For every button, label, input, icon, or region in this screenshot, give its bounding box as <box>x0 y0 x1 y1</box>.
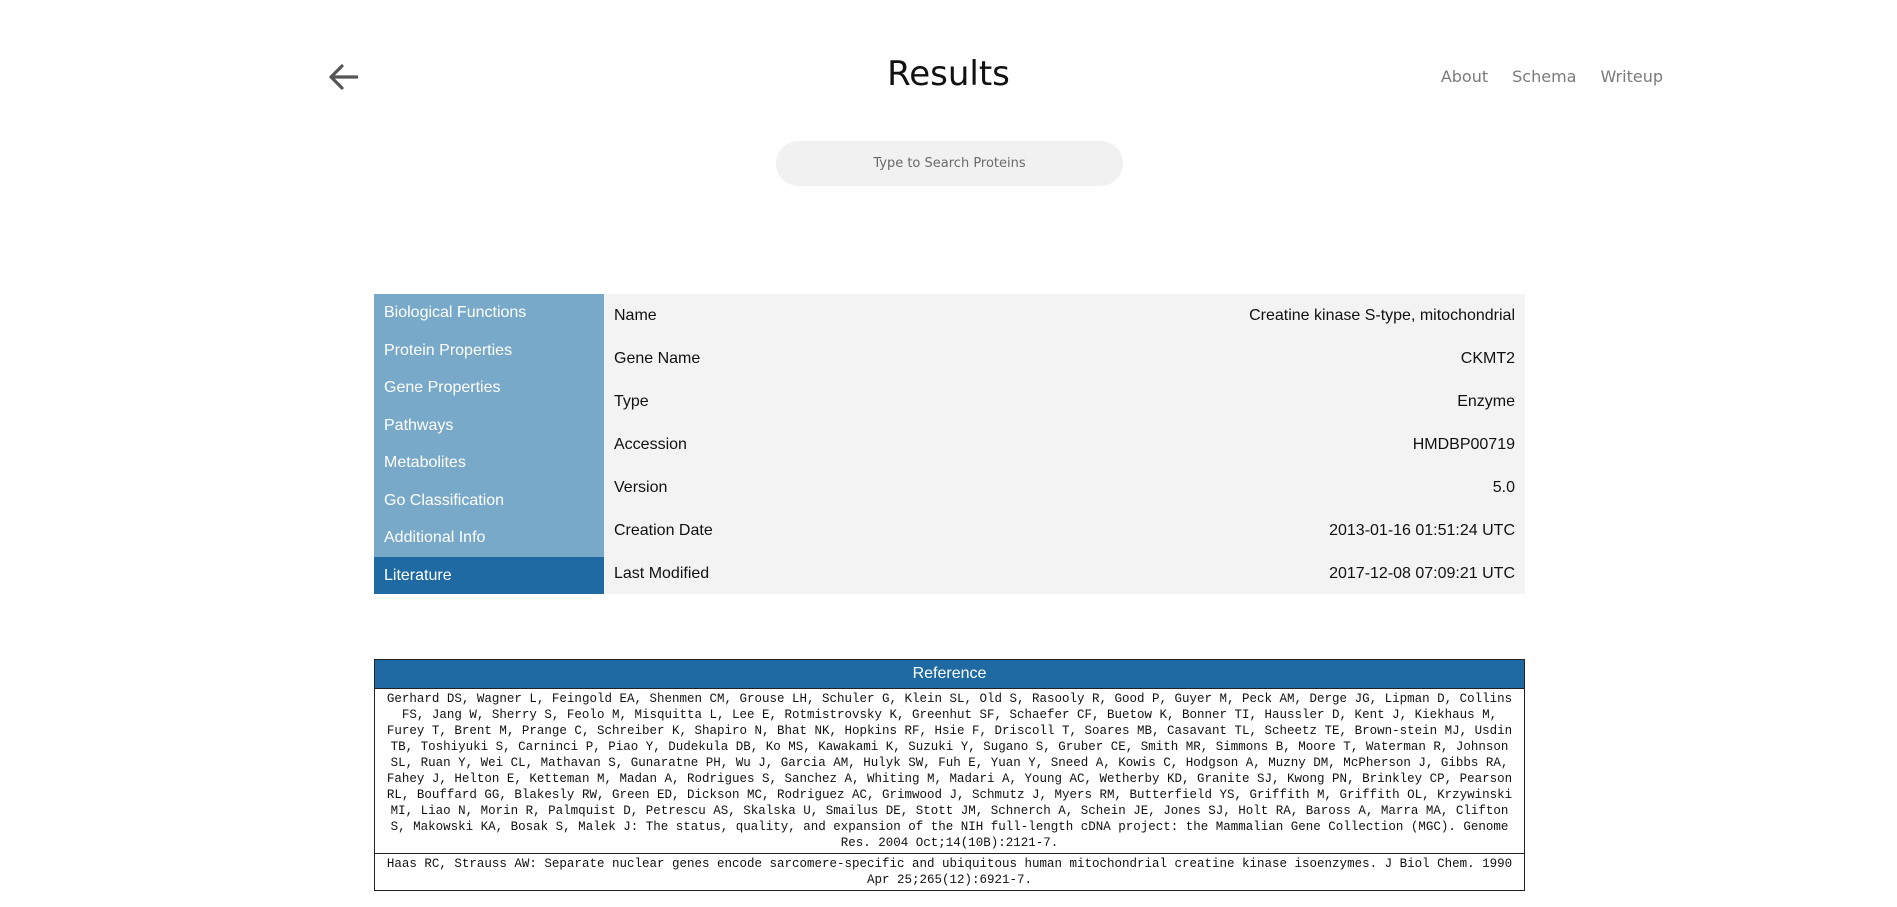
reference-citation: Haas RC, Strauss AW: Separate nuclear ge… <box>374 853 1525 891</box>
property-value: Enzyme <box>1457 392 1515 410</box>
property-value: HMDBP00719 <box>1412 435 1515 453</box>
table-row: Gerhard DS, Wagner L, Feingold EA, Shenm… <box>374 688 1525 854</box>
property-row-type: Type Enzyme <box>614 380 1515 423</box>
properties-list: Name Creatine kinase S-type, mitochondri… <box>604 294 1525 594</box>
property-value: 2017-12-08 07:09:21 UTC <box>1329 564 1515 582</box>
property-row-last-modified: Last Modified 2017-12-08 07:09:21 UTC <box>614 552 1515 595</box>
sidebar-item-biological-functions[interactable]: Biological Functions <box>374 294 604 332</box>
property-label: Name <box>614 306 657 324</box>
property-value: CKMT2 <box>1460 349 1515 367</box>
reference-citation: Gerhard DS, Wagner L, Feingold EA, Shenm… <box>374 688 1525 854</box>
back-arrow-icon[interactable] <box>326 60 360 94</box>
protein-info-panel: Biological Functions Protein Properties … <box>374 294 1525 594</box>
sidebar-item-gene-properties[interactable]: Gene Properties <box>374 369 604 407</box>
nav-link-writeup[interactable]: Writeup <box>1600 67 1663 86</box>
property-value: 2013-01-16 01:51:24 UTC <box>1329 521 1515 539</box>
property-row-accession: Accession HMDBP00719 <box>614 423 1515 466</box>
sidebar-item-literature[interactable]: Literature <box>374 556 604 594</box>
property-label: Type <box>614 392 649 410</box>
section-sidebar: Biological Functions Protein Properties … <box>374 294 604 594</box>
property-row-name: Name Creatine kinase S-type, mitochondri… <box>614 294 1515 337</box>
property-label: Gene Name <box>614 349 701 367</box>
property-label: Version <box>614 478 668 496</box>
property-value: Creatine kinase S-type, mitochondrial <box>1249 306 1515 324</box>
property-label: Creation Date <box>614 521 713 539</box>
nav-link-schema[interactable]: Schema <box>1512 67 1576 86</box>
property-row-version: Version 5.0 <box>614 466 1515 509</box>
property-label: Last Modified <box>614 564 710 582</box>
sidebar-item-additional-info[interactable]: Additional Info <box>374 519 604 557</box>
reference-table: Reference Gerhard DS, Wagner L, Feingold… <box>374 659 1525 891</box>
sidebar-item-go-classification[interactable]: Go Classification <box>374 482 604 520</box>
property-label: Accession <box>614 435 687 453</box>
top-nav: About Schema Writeup <box>1441 67 1663 86</box>
property-row-gene-name: Gene Name CKMT2 <box>614 337 1515 380</box>
sidebar-item-protein-properties[interactable]: Protein Properties <box>374 332 604 370</box>
sidebar-item-pathways[interactable]: Pathways <box>374 407 604 445</box>
nav-link-about[interactable]: About <box>1441 67 1488 86</box>
search-input[interactable] <box>776 141 1123 186</box>
reference-header: Reference <box>374 659 1525 689</box>
table-row: Haas RC, Strauss AW: Separate nuclear ge… <box>374 853 1525 891</box>
sidebar-item-metabolites[interactable]: Metabolites <box>374 444 604 482</box>
property-value: 5.0 <box>1492 478 1515 496</box>
property-row-creation-date: Creation Date 2013-01-16 01:51:24 UTC <box>614 509 1515 552</box>
